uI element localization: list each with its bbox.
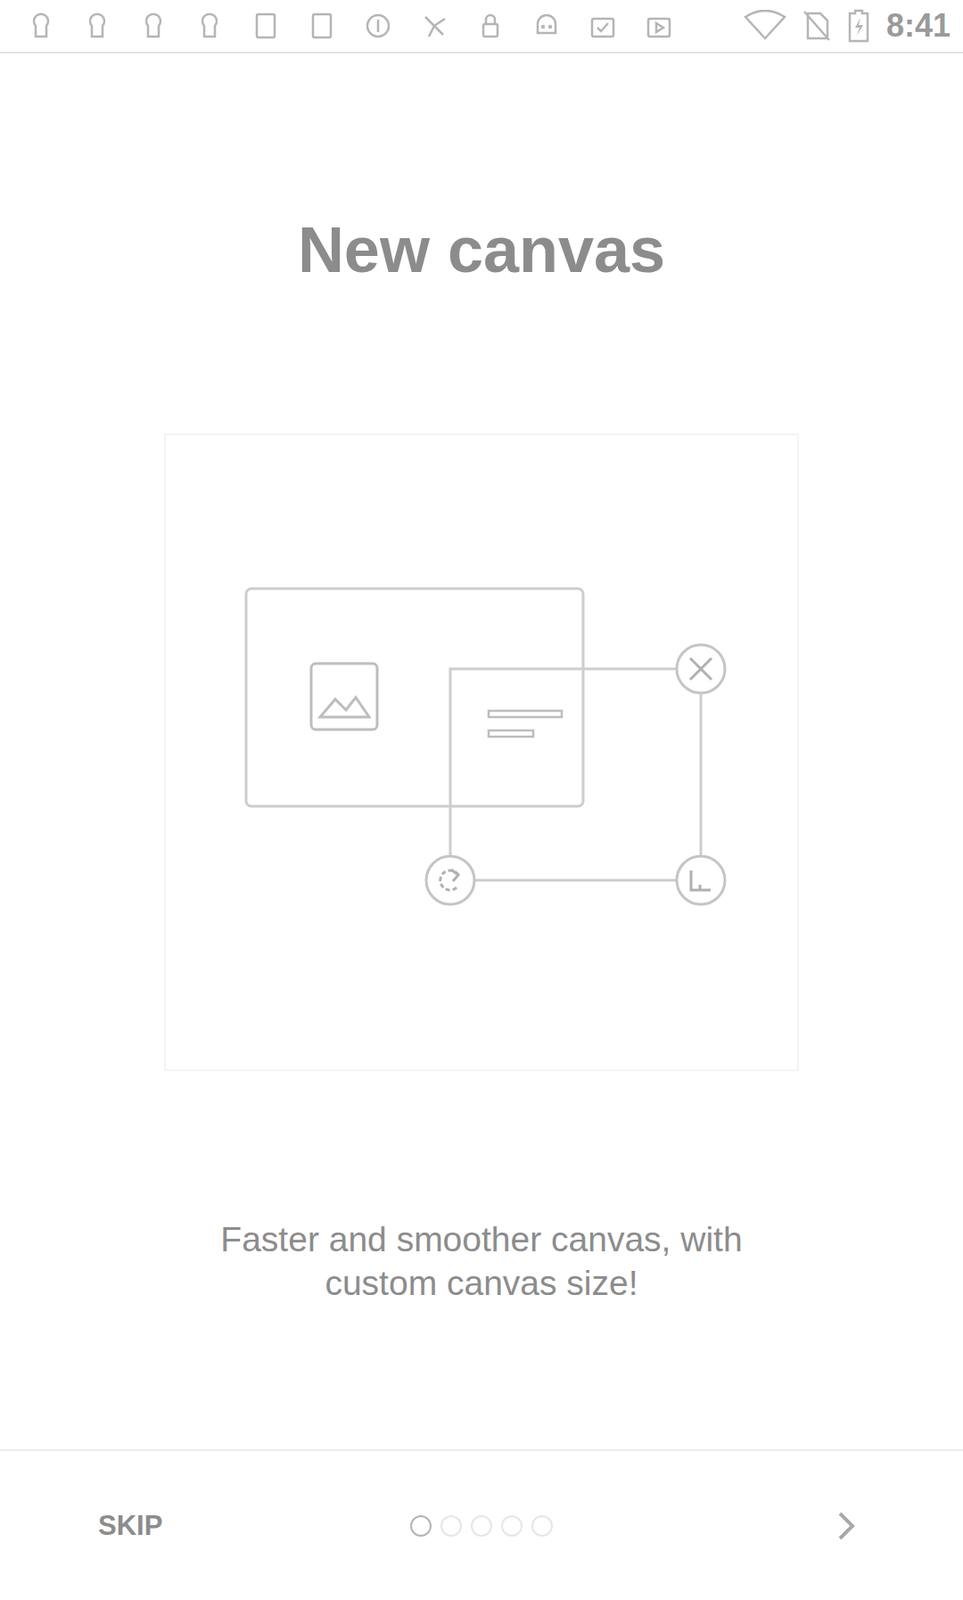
page-dot: [470, 1514, 493, 1537]
page-dot: [440, 1514, 462, 1537]
circle-icon: [362, 9, 395, 42]
resize-handle-icon[interactable]: [676, 856, 725, 905]
status-bar: 8:41: [0, 0, 963, 54]
page-dot: [501, 1514, 523, 1537]
text-line-icon: [488, 730, 534, 737]
onboarding-screen: 8:41 New canvas Faster and smoother canvas…: [0, 0, 963, 1600]
battery-charging-icon: [847, 8, 871, 43]
page-indicator: [410, 1514, 553, 1537]
key-icon: [193, 9, 226, 42]
canvas-frame: [246, 588, 584, 807]
text-line-icon: [488, 710, 562, 717]
fan-icon: [418, 9, 451, 42]
key-icon: [81, 9, 114, 42]
skip-button[interactable]: SKIP: [89, 1502, 172, 1549]
clock: 8:41: [886, 7, 951, 45]
key-icon: [137, 9, 170, 42]
page-title: New canvas: [297, 211, 666, 289]
page-dot: [410, 1514, 432, 1537]
lock-icon: [474, 9, 507, 42]
card-icon: [305, 9, 338, 42]
canvas-illustration: [164, 433, 799, 1071]
close-handle-icon[interactable]: [676, 644, 725, 693]
selection-box[interactable]: [450, 668, 701, 881]
next-button[interactable]: [827, 1502, 865, 1549]
image-icon: [311, 663, 378, 730]
page-dot: [531, 1514, 553, 1537]
card-icon: [249, 9, 282, 42]
bottom-bar: SKIP: [0, 1448, 963, 1600]
android-icon: [530, 9, 563, 42]
page-description: Faster and smoother canvas, with custom …: [187, 1217, 776, 1305]
key-icon: [24, 9, 58, 42]
clip-icon: [586, 9, 619, 42]
wifi-icon: [743, 9, 787, 42]
play-icon: [642, 9, 675, 42]
chevron-right-icon: [832, 1507, 860, 1544]
no-sim-icon: [802, 9, 832, 42]
rotate-handle-icon[interactable]: [426, 856, 475, 905]
page-content: New canvas Faster and smoother canvas, wi…: [0, 53, 963, 1449]
